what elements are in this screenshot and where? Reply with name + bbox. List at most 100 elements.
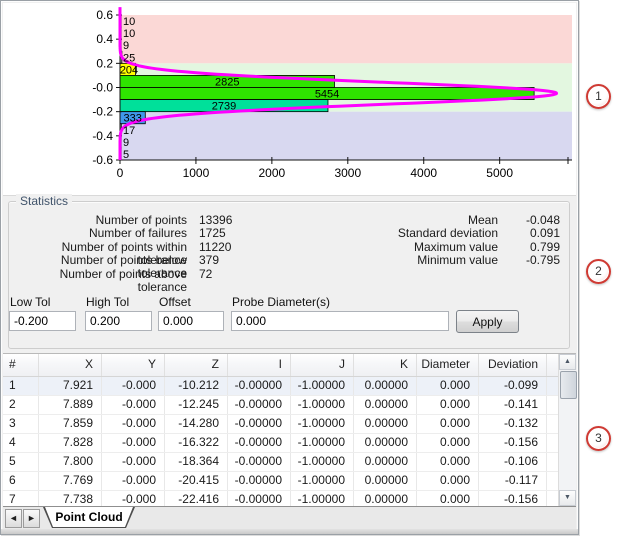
cell: 0.00000 bbox=[354, 472, 417, 490]
table-row[interactable]: 4 7.828 -0.000 -16.322 -0.00000 -1.00000 0.000… bbox=[3, 434, 576, 453]
page: 0.6 0.4 0.2 -0.0 -0.2 -0.4 -0.6 0 1000 2000 3000 40… bbox=[0, 0, 617, 536]
cell: -1.00000 bbox=[291, 377, 354, 395]
cell: 0.000 bbox=[417, 453, 479, 471]
low-tol-input[interactable] bbox=[9, 311, 76, 331]
svg-text:0.2: 0.2 bbox=[96, 56, 113, 70]
stat-value: -0.795 bbox=[525, 253, 560, 268]
cell: -10.212 bbox=[165, 377, 228, 395]
tab-scroll-right-icon[interactable]: ► bbox=[23, 509, 40, 528]
scroll-up-icon[interactable]: ▲ bbox=[559, 354, 576, 370]
callout-2-badge: 2 bbox=[586, 259, 611, 284]
cell: -0.117 bbox=[479, 472, 547, 490]
cell: -0.132 bbox=[479, 415, 547, 433]
svg-text:333: 333 bbox=[123, 113, 141, 125]
scroll-down-icon[interactable]: ▼ bbox=[559, 490, 576, 506]
column-header-j[interactable]: J bbox=[291, 354, 354, 376]
cell: 7.921 bbox=[39, 377, 102, 395]
cell: -0.000 bbox=[102, 415, 165, 433]
column-header-x[interactable]: X bbox=[39, 354, 102, 376]
stat-value: 72 bbox=[199, 266, 213, 281]
cell: 7.828 bbox=[39, 434, 102, 452]
deviation-histogram-chart: 0.6 0.4 0.2 -0.0 -0.2 -0.4 -0.6 0 1000 2000 3000 40… bbox=[92, 6, 572, 180]
column-header-diameter[interactable]: Diameter bbox=[417, 354, 479, 376]
tab-point-cloud[interactable]: Point Cloud bbox=[43, 507, 135, 528]
cell: -0.000 bbox=[102, 396, 165, 414]
cell: -0.00000 bbox=[228, 472, 291, 490]
cell: 7.859 bbox=[39, 415, 102, 433]
svg-text:5: 5 bbox=[123, 149, 129, 161]
cell: -1.00000 bbox=[291, 396, 354, 414]
cell: -1.00000 bbox=[291, 472, 354, 490]
cell: -14.280 bbox=[165, 415, 228, 433]
table-row[interactable]: 3 7.859 -0.000 -14.280 -0.00000 -1.00000 0.000… bbox=[3, 415, 576, 434]
histogram-panel: 0.6 0.4 0.2 -0.0 -0.2 -0.4 -0.6 0 1000 2000 3000 40… bbox=[3, 3, 576, 196]
svg-text:5000: 5000 bbox=[486, 166, 513, 180]
apply-button[interactable]: Apply bbox=[456, 310, 519, 333]
cell: 5 bbox=[3, 453, 39, 471]
column-header-deviation[interactable]: Deviation bbox=[479, 354, 547, 376]
svg-text:25: 25 bbox=[123, 52, 135, 64]
probe-diameter-label: Probe Diameter(s) bbox=[232, 295, 331, 309]
table-row[interactable]: 2 7.889 -0.000 -12.245 -0.00000 -1.00000 0.000… bbox=[3, 396, 576, 415]
offset-input[interactable] bbox=[158, 311, 224, 331]
column-header-z[interactable]: Z bbox=[165, 354, 228, 376]
svg-text:-0.4: -0.4 bbox=[92, 129, 113, 143]
offset-label: Offset bbox=[159, 295, 191, 309]
cell: -0.000 bbox=[102, 434, 165, 452]
stat-value: 0.091 bbox=[529, 226, 560, 241]
cell: 0.000 bbox=[417, 396, 479, 414]
cell: -0.000 bbox=[102, 472, 165, 490]
cell: -0.156 bbox=[479, 434, 547, 452]
column-header-i[interactable]: I bbox=[228, 354, 291, 376]
cell: 1 bbox=[3, 377, 39, 395]
svg-text:17: 17 bbox=[123, 125, 135, 137]
cell: 0.00000 bbox=[354, 377, 417, 395]
cell: -0.00000 bbox=[228, 415, 291, 433]
stat-label: Minimum value bbox=[417, 253, 498, 268]
svg-text:9: 9 bbox=[123, 137, 129, 149]
cell: 3 bbox=[3, 415, 39, 433]
table-row[interactable]: 5 7.800 -0.000 -18.364 -0.00000 -1.00000 0.000… bbox=[3, 453, 576, 472]
svg-text:-0.0: -0.0 bbox=[92, 81, 113, 95]
cell: 6 bbox=[3, 472, 39, 490]
cell: 0.000 bbox=[417, 472, 479, 490]
cell: -0.00000 bbox=[228, 396, 291, 414]
svg-text:-0.2: -0.2 bbox=[92, 105, 113, 119]
cell: 7.769 bbox=[39, 472, 102, 490]
cell: -18.364 bbox=[165, 453, 228, 471]
statistics-title: Statistics bbox=[16, 194, 73, 208]
stat-label: Number of points within tolerance bbox=[61, 239, 187, 267]
vertical-scrollbar[interactable]: ▲ ▼ bbox=[558, 354, 577, 506]
svg-text:204: 204 bbox=[120, 64, 138, 76]
probe-diameter-input[interactable] bbox=[231, 311, 449, 331]
cell: -0.00000 bbox=[228, 453, 291, 471]
cell: 2 bbox=[3, 396, 39, 414]
svg-text:2739: 2739 bbox=[212, 101, 236, 113]
callout-3-badge: 3 bbox=[586, 426, 611, 451]
cell: -0.000 bbox=[102, 377, 165, 395]
column-header-k[interactable]: K bbox=[354, 354, 417, 376]
svg-text:10: 10 bbox=[123, 16, 135, 28]
cell: -0.099 bbox=[479, 377, 547, 395]
svg-text:5454: 5454 bbox=[315, 89, 339, 101]
high-tol-input[interactable] bbox=[85, 311, 152, 331]
table-row[interactable]: 6 7.769 -0.000 -20.415 -0.00000 -1.00000 0.000… bbox=[3, 472, 576, 491]
column-header-num[interactable]: # bbox=[3, 354, 39, 376]
table-row[interactable]: 1 7.921 -0.000 -10.212 -0.00000 -1.00000 0.000… bbox=[3, 377, 576, 396]
column-header-y[interactable]: Y bbox=[102, 354, 165, 376]
cell: 0.00000 bbox=[354, 415, 417, 433]
table-body: 1 7.921 -0.000 -10.212 -0.00000 -1.00000 0.000… bbox=[3, 377, 576, 510]
cell: 0.000 bbox=[417, 434, 479, 452]
cell: -0.000 bbox=[102, 453, 165, 471]
cell: -1.00000 bbox=[291, 434, 354, 452]
svg-text:1000: 1000 bbox=[183, 166, 210, 180]
svg-text:0: 0 bbox=[117, 166, 124, 180]
tab-scroll-left-icon[interactable]: ◄ bbox=[5, 509, 22, 528]
stat-label: Mean bbox=[467, 213, 498, 227]
svg-text:2000: 2000 bbox=[259, 166, 286, 180]
cell: -16.322 bbox=[165, 434, 228, 452]
scrollbar-thumb[interactable] bbox=[560, 371, 577, 399]
svg-text:0.6: 0.6 bbox=[96, 8, 113, 22]
svg-text:0.4: 0.4 bbox=[96, 32, 113, 46]
tab-label: Point Cloud bbox=[55, 510, 123, 524]
